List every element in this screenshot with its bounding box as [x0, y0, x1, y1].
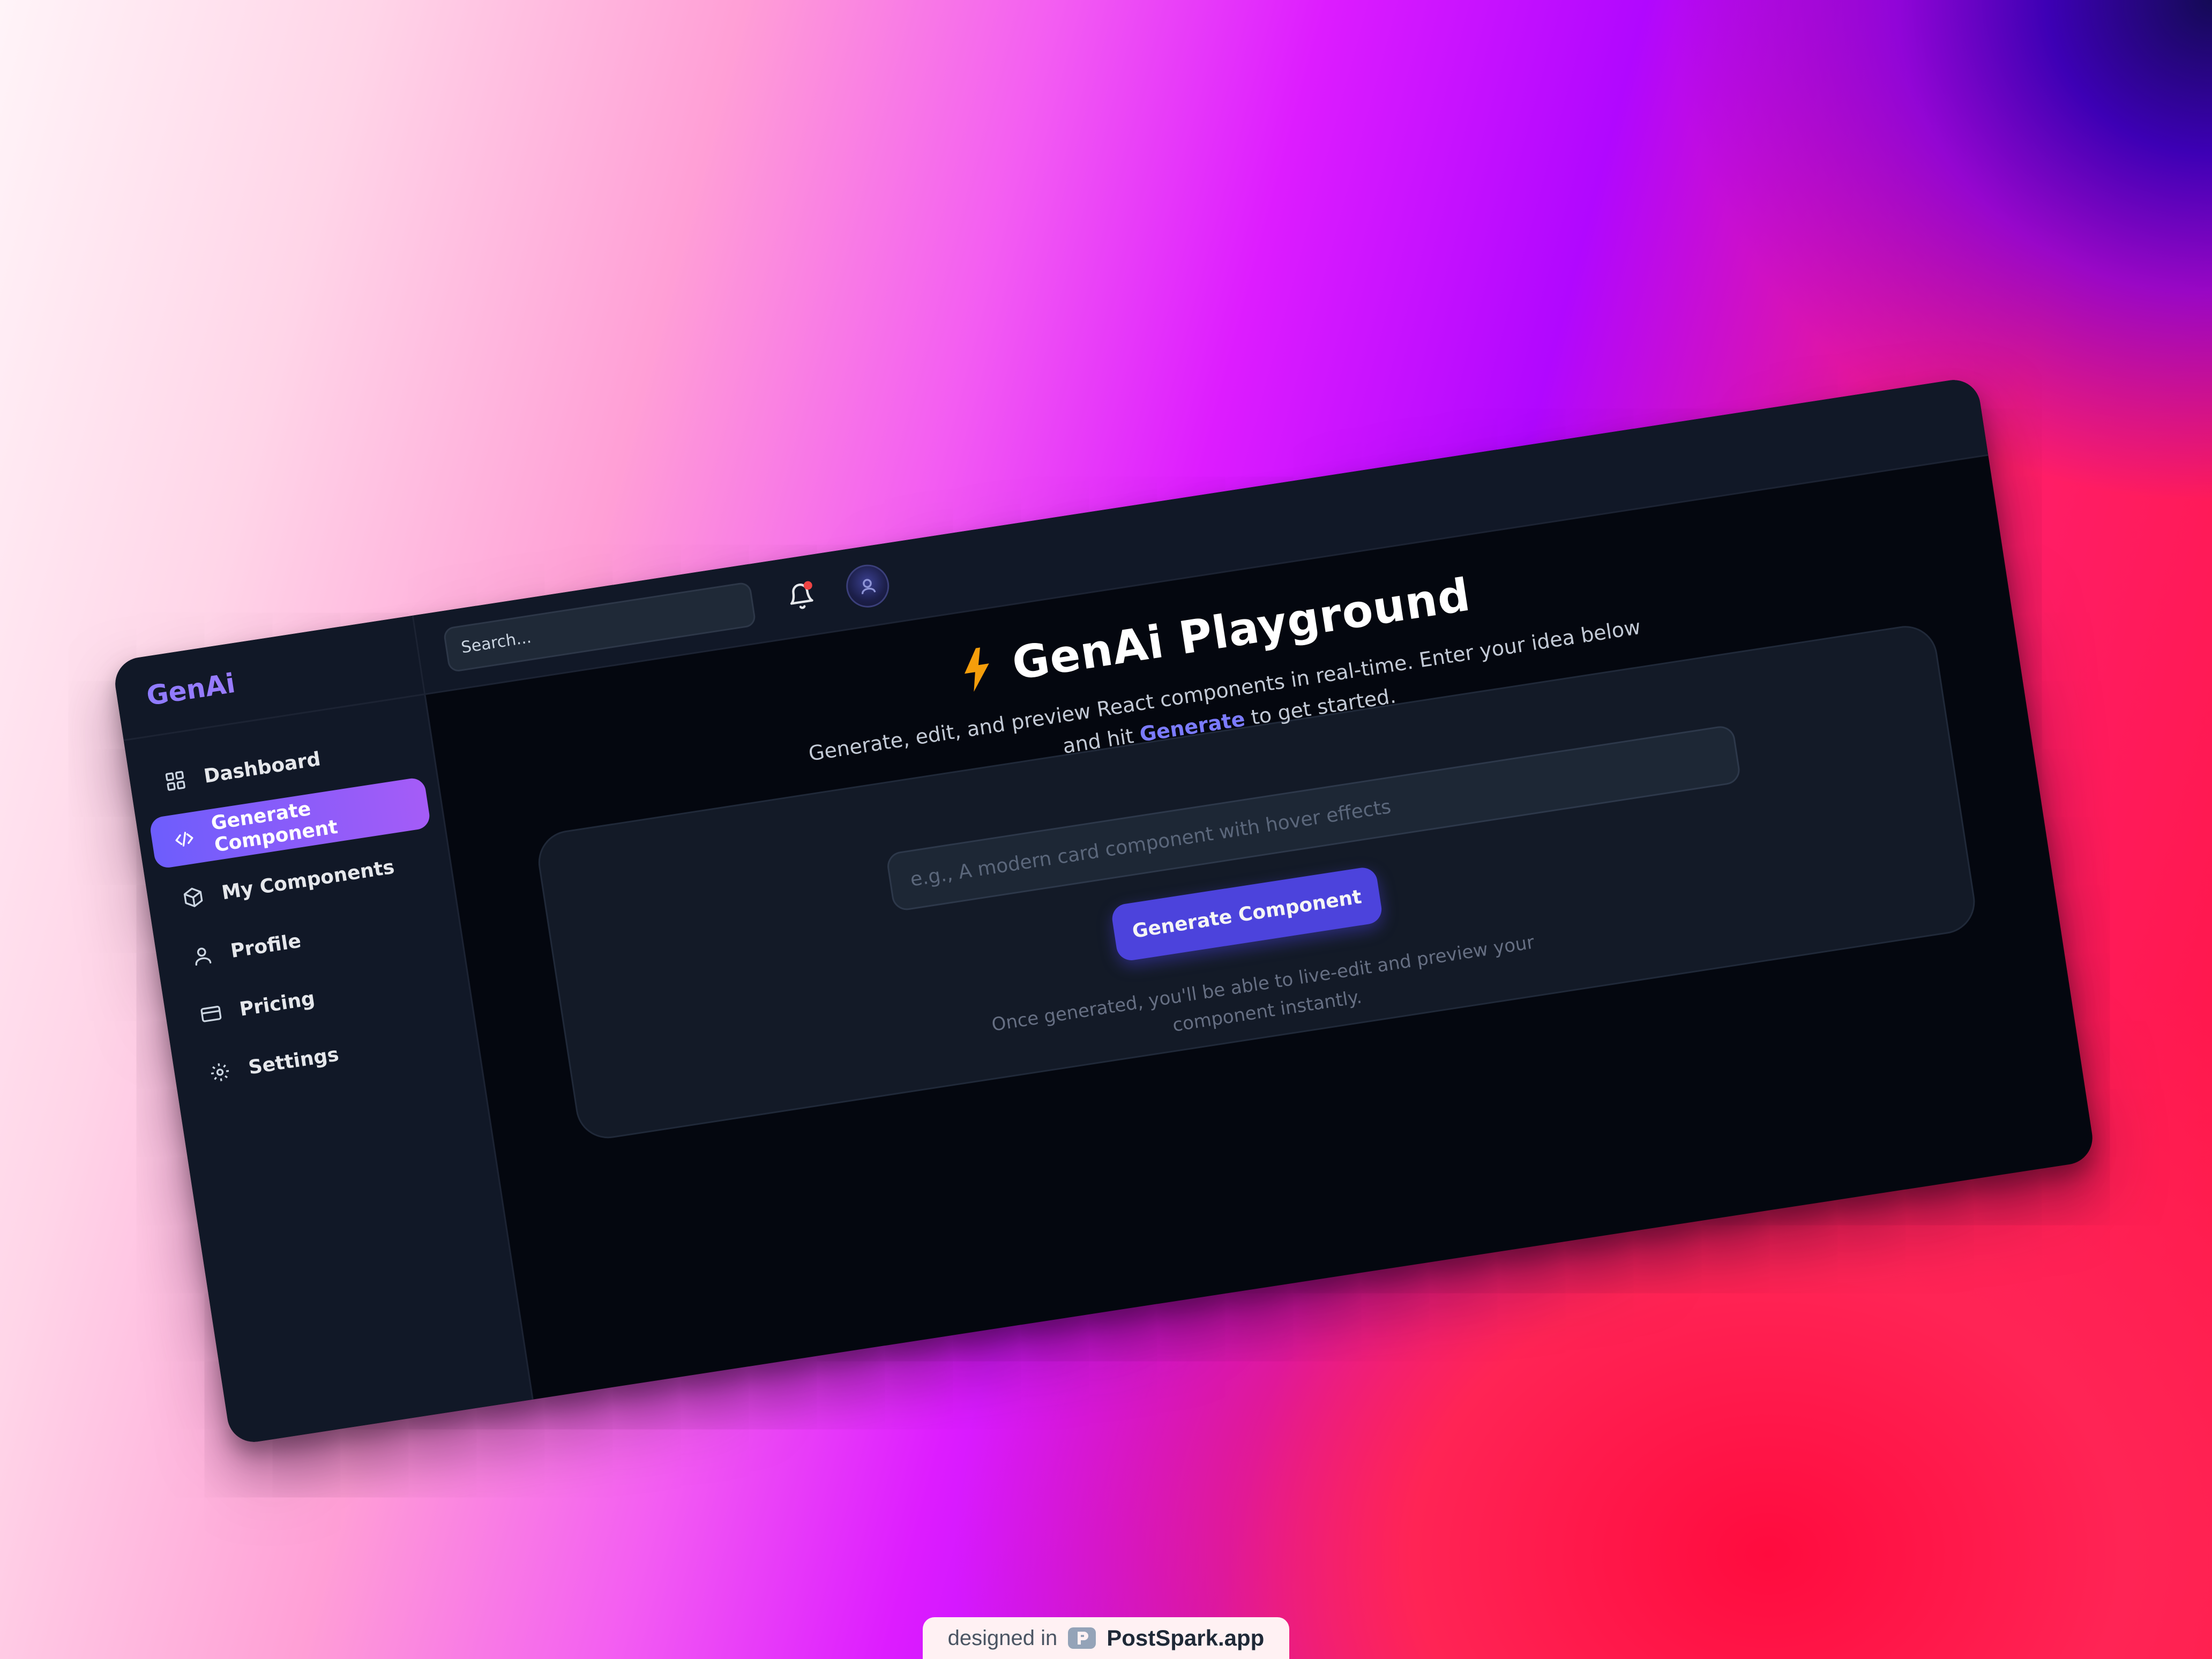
notification-button[interactable] — [785, 580, 817, 612]
gear-icon — [208, 1060, 233, 1085]
sidebar-item-label: Dashboard — [202, 748, 322, 788]
credit-card-icon — [199, 1002, 223, 1026]
badge-prefix: designed in — [947, 1626, 1058, 1650]
hint-text: Once generated, you'll be able to live-e… — [990, 931, 1536, 1036]
cube-icon — [181, 885, 206, 910]
avatar-icon — [861, 578, 876, 594]
badge-brand: PostSpark.app — [1107, 1625, 1265, 1650]
grid-icon — [163, 768, 188, 793]
user-icon — [190, 944, 214, 968]
generate-component-button[interactable]: Generate Component — [1110, 865, 1384, 962]
sidebar-item-label: Profile — [229, 930, 303, 962]
sidebar-nav: Dashboard Generate Component My Componen… — [124, 695, 480, 1104]
sidebar-item-label: My Components — [220, 856, 396, 904]
postspark-badge[interactable]: designed in PostSpark.app — [923, 1617, 1289, 1659]
main-content: Generate Component Once generated, you'l… — [413, 376, 2096, 1399]
code-icon — [172, 827, 197, 851]
app-window: GenAi Dashboard Generate Component My Co… — [111, 376, 2096, 1446]
postspark-logo-icon — [1067, 1625, 1097, 1651]
search-input[interactable] — [442, 581, 757, 673]
lightning-bolt-icon — [959, 646, 995, 693]
avatar[interactable] — [843, 561, 892, 610]
sidebar-item-label: Pricing — [238, 987, 317, 1021]
sidebar-item-label: Settings — [246, 1043, 341, 1079]
